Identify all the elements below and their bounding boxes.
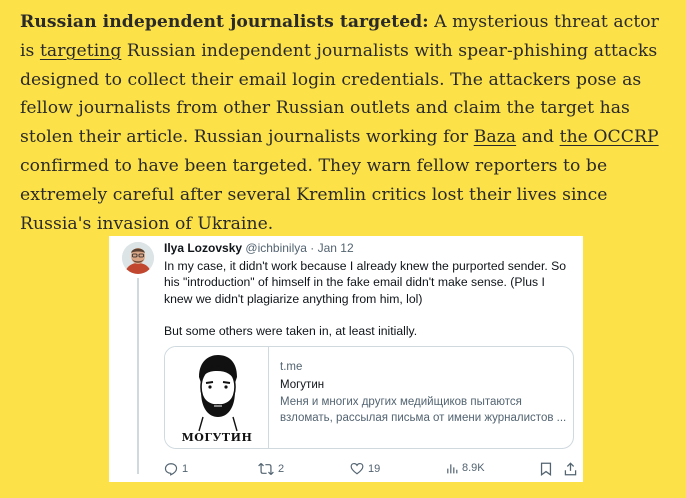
embedded-tweet[interactable]: Ilya Lozovsky @ichbinilya · Jan 12 In my… [109, 236, 583, 482]
tweet-paragraph-2: But some others were taken in, at least … [164, 324, 418, 339]
retweet-count: 2 [278, 463, 285, 475]
like-count: 19 [368, 462, 381, 475]
svg-text:МОГУТИН: МОГУТИН [182, 431, 253, 444]
card-description-line-2: взломать, рассылая письма от имени журна… [280, 411, 567, 424]
bookmark-button[interactable] [540, 462, 552, 476]
reply-button[interactable]: 1 [164, 462, 188, 476]
tweet-body: In my case, it didn't work because I alr… [164, 258, 574, 340]
like-button[interactable]: 19 [350, 462, 380, 475]
header-separator: · [306, 241, 318, 255]
avatar[interactable] [122, 242, 154, 274]
article-text-c: confirmed to have been targeted. They wa… [20, 155, 608, 234]
bookmark-icon [540, 462, 552, 476]
card-description-line-1: Меня и многих других медийщиков пытаются [280, 396, 522, 408]
article-text-and: and [516, 127, 560, 148]
author-handle[interactable]: @ichbinilya [245, 241, 307, 255]
share-button[interactable] [564, 462, 577, 476]
article-paragraph: Russian independent journalists targeted… [20, 8, 670, 238]
views-button[interactable]: 8.9K [446, 462, 485, 474]
link-preview-card[interactable]: МОГУТИН t.me Могутин Меня и многих други… [164, 346, 574, 449]
retweet-button[interactable]: 2 [258, 462, 284, 476]
tweet-header: Ilya Lozovsky @ichbinilya · Jan 12 [164, 241, 354, 255]
card-description: Меня и многих других медийщиков пытаются… [280, 395, 570, 426]
reply-count: 1 [182, 463, 189, 475]
share-icon [564, 462, 577, 476]
link-targeting[interactable]: targeting [40, 41, 121, 61]
card-domain: t.me [280, 361, 303, 373]
tweet-date[interactable]: Jan 12 [318, 241, 354, 255]
link-baza[interactable]: Baza [474, 127, 516, 147]
tweet-actions: 1 2 19 8.9K [164, 462, 584, 478]
tweet-paragraph-1: In my case, it didn't work because I alr… [164, 259, 567, 306]
views-count: 8.9K [462, 462, 485, 474]
heart-icon [350, 462, 364, 475]
retweet-icon [258, 463, 274, 475]
article-text: Russian independent journalists targeted… [20, 8, 670, 238]
card-text: t.me Могутин Меня и многих других медийщ… [280, 360, 570, 426]
author-name[interactable]: Ilya Lozovsky [164, 241, 242, 255]
card-title: Могутин [280, 378, 325, 391]
link-occrp[interactable]: the OCCRP [560, 127, 659, 147]
article-heading: Russian independent journalists targeted… [20, 12, 429, 32]
reply-icon [164, 463, 178, 476]
views-icon [447, 464, 458, 474]
thread-line [137, 278, 139, 474]
card-logo-image: МОГУТИН [165, 347, 269, 448]
